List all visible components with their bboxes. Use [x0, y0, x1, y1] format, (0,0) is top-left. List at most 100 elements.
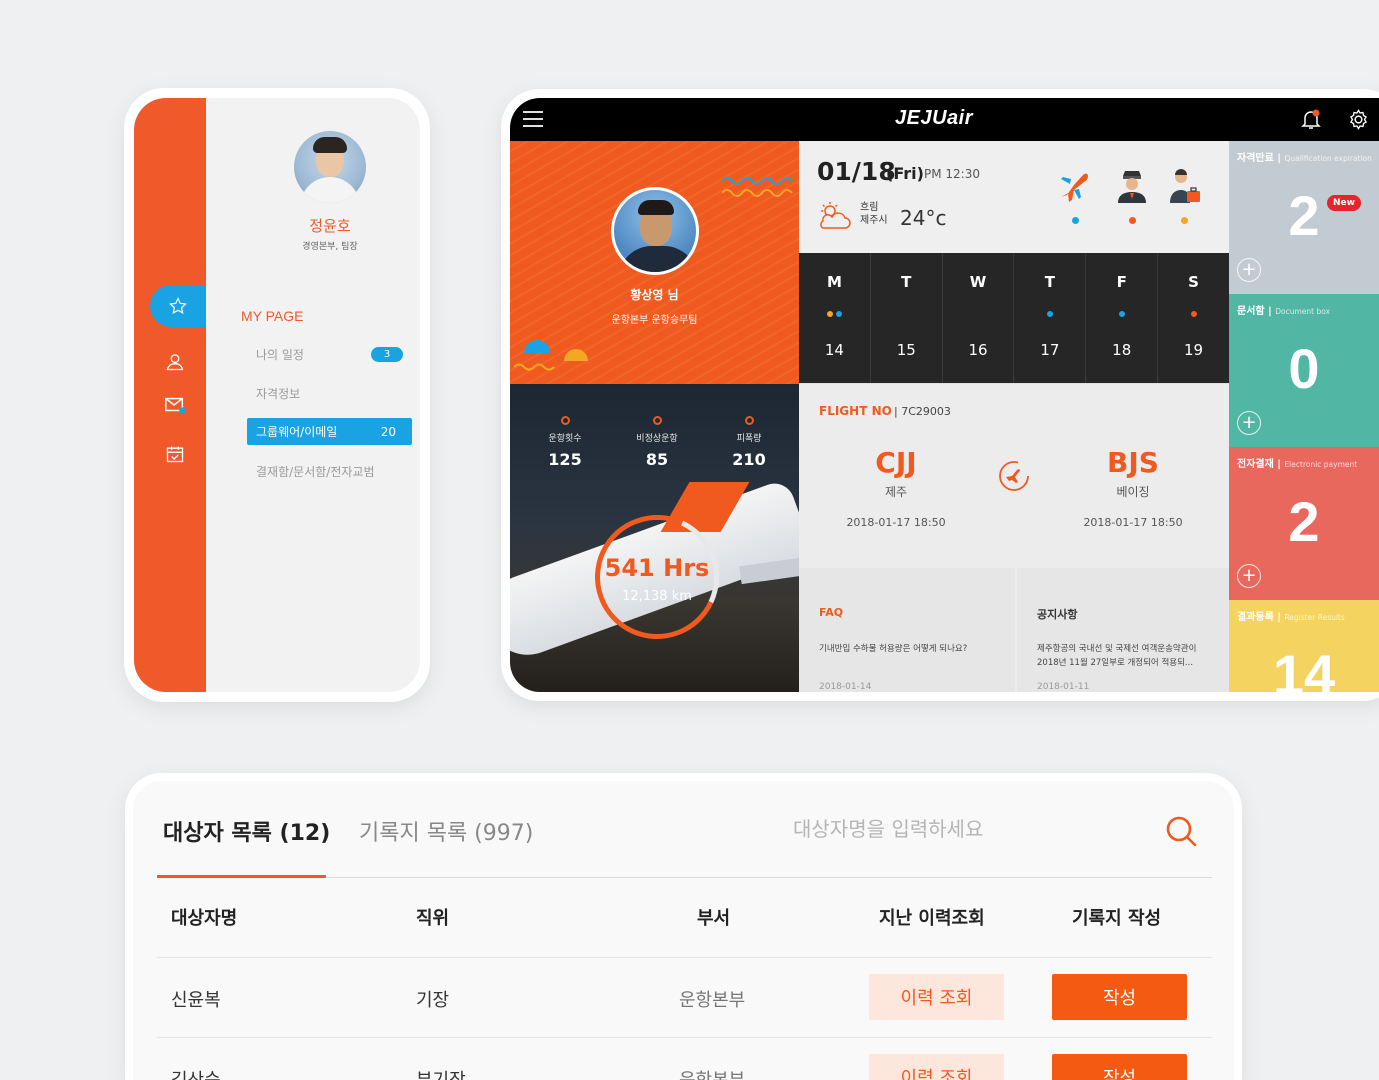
- calendar-day[interactable]: M 14: [799, 253, 871, 383]
- tile-title-en: Qualification expiration: [1284, 154, 1372, 163]
- active-tab-indicator: [157, 875, 326, 878]
- calendar-day[interactable]: T 17: [1014, 253, 1087, 383]
- document-box-tile[interactable]: 문서함 | Document box 0 +: [1229, 294, 1379, 447]
- notice-card[interactable]: 공지사항 제주항공의 국내선 및 국제선 여객운송약관이 2018년 11월 2…: [1017, 568, 1229, 692]
- column-header-name: 대상자명: [171, 908, 238, 929]
- calendar-weekday: T: [901, 273, 912, 291]
- tile-title-en: Electronic payment: [1284, 460, 1358, 469]
- row-divider: [157, 957, 1212, 958]
- departure-city: 제주: [884, 485, 908, 499]
- rail-item-favorites[interactable]: [150, 285, 206, 327]
- history-lookup-button[interactable]: 이력 조회: [869, 974, 1004, 1020]
- tab-record-list[interactable]: 기록지 목록 (997): [359, 815, 533, 847]
- stat-value: 125: [548, 450, 582, 469]
- pilot-icon[interactable]: [1114, 167, 1150, 205]
- departure-code: CJJ: [875, 446, 917, 479]
- cloudy-weather-icon: [820, 202, 851, 229]
- arrival-datetime: 2018-01-17 18:50: [1083, 516, 1183, 529]
- arrival-city: 베이징: [1116, 485, 1150, 499]
- tile-title-ko: 문서함: [1237, 306, 1265, 317]
- gear-icon[interactable]: [1347, 108, 1370, 131]
- write-record-button[interactable]: 작성: [1052, 974, 1187, 1020]
- event-dot: [1118, 311, 1125, 317]
- flight-hours: 541 Hrs: [604, 554, 710, 582]
- calendar-day[interactable]: S 19: [1158, 253, 1229, 383]
- calendar-event-dots: [799, 311, 870, 317]
- tile-title-en: Register Results: [1284, 613, 1345, 622]
- tile-count: 14: [1272, 643, 1336, 692]
- stat-label: 피폭량: [736, 434, 762, 444]
- date-weather-card: 01/18 (Fri) PM 12:30 흐림 제주시 24°c: [799, 141, 1229, 253]
- arrival-code: BJS: [1107, 446, 1159, 479]
- cell-position: 부기장: [416, 1066, 466, 1080]
- menu-item-groupware[interactable]: 그룹웨어/이메일 20: [247, 418, 412, 445]
- calendar-weekday: T: [1044, 273, 1056, 291]
- stat-flight-count: 운항횟수 125: [525, 416, 605, 469]
- menu-item-qualification[interactable]: 자격정보: [256, 385, 300, 402]
- column-header-history: 지난 이력조회: [879, 908, 985, 929]
- calendar-icon: [166, 446, 184, 463]
- new-badge: New: [1327, 195, 1361, 211]
- plus-icon[interactable]: +: [1237, 411, 1261, 435]
- rail-item-mail[interactable]: [164, 394, 186, 416]
- status-dot: [1129, 217, 1136, 224]
- tab-target-list[interactable]: 대상자 목록 (12): [163, 815, 330, 847]
- menu-item-my-schedule[interactable]: 나의 일정: [256, 346, 304, 363]
- stat-label: 운항횟수: [548, 434, 582, 444]
- profile-department: 운항본부 운항승무팀: [611, 315, 698, 326]
- brand-logo: JEJUair: [895, 107, 973, 129]
- search-icon[interactable]: [1161, 811, 1201, 851]
- hamburger-menu-icon[interactable]: [523, 110, 543, 128]
- calendar-event-dots: [1158, 311, 1229, 317]
- column-header-write: 기록지 작성: [1072, 908, 1162, 929]
- faq-card[interactable]: FAQ 기내반입 수하물 허용량은 어떻게 되나요? 2018-01-14: [799, 568, 1015, 692]
- flight-number: | 7C29003: [894, 405, 951, 418]
- rail-item-profile[interactable]: [164, 351, 186, 373]
- calendar-date: 17: [1040, 341, 1060, 359]
- bell-icon[interactable]: [1299, 107, 1323, 131]
- tile-title: 문서함 | Document box: [1237, 306, 1331, 317]
- stat-value: 210: [732, 450, 766, 469]
- phone-mockup: 정윤호 경영본부, 팀장 MY PAGE 나의 일정 3 자격정보 그룹웨어/이…: [124, 88, 430, 702]
- flight-stats-card: 운항횟수 125 비정상운항 85 피폭량 210 541 Hrs 12,138…: [510, 384, 799, 692]
- plus-icon[interactable]: +: [1237, 258, 1261, 282]
- schedule-count-badge: 3: [371, 347, 403, 362]
- current-time: PM 12:30: [924, 167, 980, 181]
- tile-title-ko: 자격만료: [1237, 153, 1274, 164]
- event-dot: [835, 311, 842, 317]
- star-icon: [169, 297, 187, 315]
- write-record-button[interactable]: 작성: [1052, 1054, 1187, 1080]
- temperature: 24°c: [900, 206, 947, 230]
- calendar-date: 18: [1112, 341, 1132, 359]
- qualification-expiration-tile[interactable]: 자격만료 | Qualification expiration 2 New +: [1229, 141, 1379, 294]
- section-title: MY PAGE: [241, 308, 304, 324]
- tile-title: 자격만료 | Qualification expiration: [1237, 153, 1372, 164]
- current-date: 01/18: [817, 157, 896, 186]
- tile-title-en: Document box: [1275, 307, 1331, 316]
- menu-item-approvals[interactable]: 결재함/문서함/전자교범: [256, 463, 375, 480]
- departure-datetime: 2018-01-17 18:50: [846, 516, 946, 529]
- electronic-payment-tile[interactable]: 전자결재 | Electronic payment 2 +: [1229, 447, 1379, 600]
- event-dot: [1190, 311, 1197, 317]
- tile-title: 전자결재 | Electronic payment: [1237, 459, 1358, 470]
- flight-info-card[interactable]: FLIGHT NO | 7C29003 CJJ 제주 2018-01-17 18…: [799, 383, 1229, 568]
- mail-icon: [165, 397, 186, 414]
- plus-icon[interactable]: +: [1237, 564, 1261, 588]
- rail-item-calendar[interactable]: [164, 443, 186, 465]
- calendar-event-dots: [1086, 311, 1157, 317]
- search-input[interactable]: [793, 809, 1133, 849]
- column-header-position: 직위: [416, 908, 450, 929]
- calendar-date: 19: [1184, 341, 1204, 359]
- weather-condition: 흐림 제주시: [860, 201, 888, 227]
- calendar-date: 15: [896, 341, 916, 359]
- crew-icon[interactable]: [1167, 167, 1203, 205]
- notice-title: 공지사항: [1037, 608, 1078, 621]
- calendar-day[interactable]: F 18: [1086, 253, 1159, 383]
- history-lookup-button[interactable]: 이력 조회: [869, 1054, 1004, 1080]
- calendar-day[interactable]: T 15: [871, 253, 943, 383]
- stat-label: 비정상운항: [636, 434, 678, 444]
- airplane-icon[interactable]: [1057, 167, 1093, 205]
- register-results-tile[interactable]: 결과등록 | Register Results 14: [1229, 600, 1379, 692]
- calendar-day[interactable]: W 16: [943, 253, 1015, 383]
- user-icon: [166, 354, 184, 371]
